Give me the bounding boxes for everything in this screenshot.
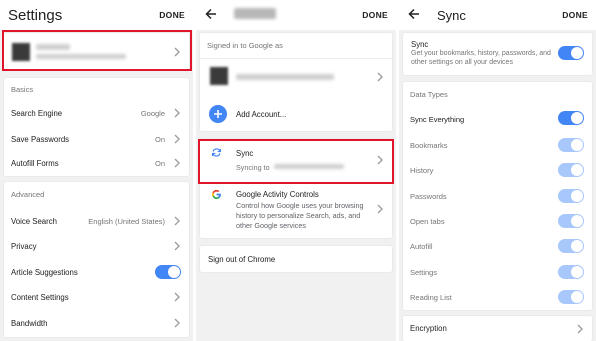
section-header-advanced: Advanced xyxy=(11,190,45,199)
data-type-toggle[interactable] xyxy=(558,188,584,203)
data-types-card: Data Types Sync Everything Bookmarks Hist… xyxy=(403,82,592,310)
data-type-toggle[interactable] xyxy=(558,163,584,178)
section-header-basics: Basics xyxy=(11,85,34,94)
data-type-label: Bookmarks xyxy=(410,141,448,150)
sync-everything-label: Sync Everything xyxy=(410,115,465,124)
data-type-row[interactable]: Passwords xyxy=(403,183,592,209)
sync-everything-row[interactable]: Sync Everything xyxy=(403,106,592,132)
sync-description: Get your bookmarks, history, passwords, … xyxy=(411,50,551,66)
advanced-card: Advanced Voice Search English (United St… xyxy=(4,182,189,337)
done-button[interactable]: DONE xyxy=(159,10,185,20)
encryption-label: Encryption xyxy=(410,324,447,333)
article-suggestions-toggle[interactable] xyxy=(155,265,181,279)
row-value: On xyxy=(154,159,165,168)
sync-master-card: Sync Get your bookmarks, history, passwo… xyxy=(403,33,592,75)
signed-in-card: Signed in to Google as Add Account... xyxy=(200,33,392,131)
data-type-toggle[interactable] xyxy=(558,213,584,228)
data-type-toggle[interactable] xyxy=(558,239,584,254)
row-label: Search Engine xyxy=(11,109,63,118)
chevron-right-icon xyxy=(174,318,180,328)
data-type-label: Autofill xyxy=(410,242,433,252)
google-g-icon xyxy=(211,189,221,200)
article-suggestions-row[interactable]: Article Suggestions xyxy=(4,259,189,285)
row-label: Autofill Forms xyxy=(11,159,59,168)
back-arrow-icon[interactable] xyxy=(204,7,218,21)
signed-in-header: Signed in to Google as xyxy=(207,41,283,50)
row-value: On xyxy=(154,135,165,144)
plus-icon xyxy=(209,105,227,123)
row-label: Article Suggestions xyxy=(11,268,78,277)
data-type-row[interactable]: Settings xyxy=(403,259,592,285)
row-value: English (United States) xyxy=(88,217,165,226)
data-type-row[interactable]: Autofill xyxy=(403,233,592,259)
row-label: Content Settings xyxy=(11,293,69,302)
add-account-label: Add Account... xyxy=(236,110,287,119)
data-type-row[interactable]: History xyxy=(403,157,592,183)
account-toolbar: DONE xyxy=(196,0,396,30)
chevron-right-icon xyxy=(174,134,180,144)
data-type-label: History xyxy=(410,166,434,176)
sync-toolbar: Sync DONE xyxy=(399,0,596,30)
data-type-toggle[interactable] xyxy=(558,289,584,304)
account-entry[interactable] xyxy=(200,64,392,90)
data-type-row[interactable]: Reading List xyxy=(403,284,592,310)
voice-search-row[interactable]: Voice Search English (United States) xyxy=(4,208,189,234)
chevron-right-icon xyxy=(174,158,180,168)
back-arrow-icon[interactable] xyxy=(407,7,421,21)
chevron-right-icon xyxy=(174,216,180,226)
chevron-right-icon xyxy=(377,204,383,214)
done-button[interactable]: DONE xyxy=(362,10,388,20)
data-type-toggle[interactable] xyxy=(558,264,584,279)
highlight-box xyxy=(198,139,394,184)
page-title: Sync xyxy=(437,8,466,23)
sync-panel: Sync DONE Sync Get your bookmarks, histo… xyxy=(399,0,596,341)
chevron-right-icon xyxy=(174,292,180,302)
done-button[interactable]: DONE xyxy=(562,10,588,20)
privacy-row[interactable]: Privacy xyxy=(4,233,189,259)
data-type-row[interactable]: Bookmarks xyxy=(403,132,592,158)
settings-toolbar: Settings DONE xyxy=(0,0,193,30)
encryption-row[interactable]: Encryption xyxy=(403,316,592,341)
activity-controls-title: Google Activity Controls xyxy=(236,190,319,199)
data-type-label: Reading List xyxy=(410,292,452,302)
sync-everything-toggle[interactable] xyxy=(558,111,584,125)
chevron-right-icon xyxy=(377,72,383,82)
activity-controls-row[interactable]: Google Activity Controls Control how Goo… xyxy=(200,184,392,236)
bandwidth-row[interactable]: Bandwidth xyxy=(4,310,189,336)
account-panel: DONE Signed in to Google as Add Account.… xyxy=(196,0,396,341)
chevron-right-icon xyxy=(577,324,583,334)
data-type-label: Passwords xyxy=(410,191,447,201)
row-label: Bandwidth xyxy=(11,319,48,328)
chevron-right-icon xyxy=(174,108,180,118)
data-type-label: Open tabs xyxy=(410,216,445,226)
row-value: Google xyxy=(140,109,165,118)
row-label: Privacy xyxy=(11,242,37,251)
add-account-row[interactable]: Add Account... xyxy=(200,103,392,127)
page-title: Settings xyxy=(8,7,63,24)
account-email-redacted xyxy=(236,74,334,80)
avatar xyxy=(210,67,228,85)
row-label: Save Passwords xyxy=(11,135,70,144)
data-type-label: Settings xyxy=(410,267,438,277)
autofill-forms-row[interactable]: Autofill Forms On xyxy=(4,150,189,176)
sync-toggle[interactable] xyxy=(558,46,584,60)
sign-out-label: Sign out of Chrome xyxy=(208,255,276,264)
settings-panel: Settings DONE Basics Search Engine Googl… xyxy=(0,0,193,341)
activity-controls-description: Control how Google uses your browsing hi… xyxy=(236,201,364,230)
chevron-right-icon xyxy=(174,241,180,251)
search-engine-row[interactable]: Search Engine Google xyxy=(4,100,189,126)
sync-label: Sync xyxy=(411,40,429,49)
basics-card: Basics Search Engine Google Save Passwor… xyxy=(4,78,189,176)
save-passwords-row[interactable]: Save Passwords On xyxy=(4,126,189,152)
highlight-box xyxy=(2,30,192,71)
data-types-header: Data Types xyxy=(410,90,448,99)
content-settings-row[interactable]: Content Settings xyxy=(4,284,189,310)
data-type-toggle[interactable] xyxy=(558,138,584,152)
row-label: Voice Search xyxy=(11,217,57,226)
account-title-redacted xyxy=(234,8,276,19)
data-type-row[interactable]: Open tabs xyxy=(403,208,592,234)
sign-out-row[interactable]: Sign out of Chrome xyxy=(200,246,392,272)
